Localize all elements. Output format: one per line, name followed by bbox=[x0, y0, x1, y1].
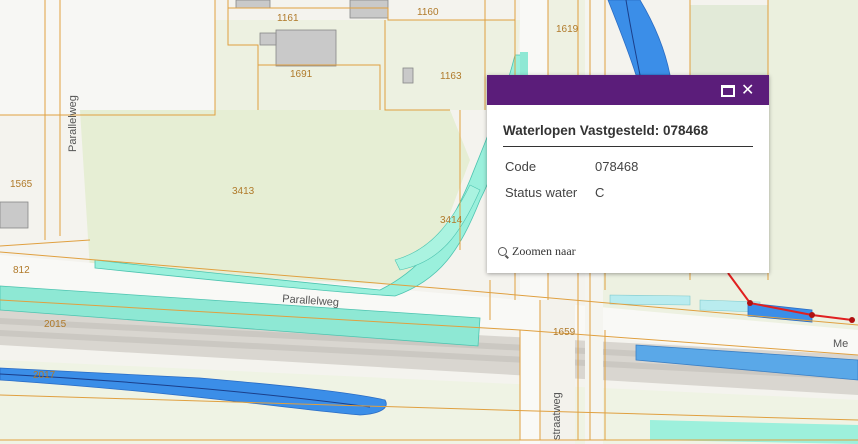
parcel-label: 1691 bbox=[290, 69, 313, 80]
street-label: Parallelweg bbox=[67, 95, 79, 152]
parcel-label: 2015 bbox=[44, 319, 67, 330]
zoom-to-label[interactable]: Zoomen naar bbox=[512, 244, 576, 258]
parcel-label: 1161 bbox=[277, 13, 299, 24]
popup-header: ✕ bbox=[487, 75, 769, 105]
maximize-icon[interactable] bbox=[721, 82, 737, 98]
parcel-label: 2017 bbox=[33, 370, 56, 381]
parcel-label: 1619 bbox=[556, 24, 579, 35]
attribute-table: Code 078468 Status water C bbox=[503, 155, 640, 207]
zoom-to-link[interactable]: Zoomen naar bbox=[498, 244, 576, 259]
attribute-row: Code 078468 bbox=[503, 155, 640, 181]
parcel-label: 3413 bbox=[232, 186, 255, 197]
attribute-label: Code bbox=[505, 159, 537, 174]
parcel-label: 812 bbox=[13, 265, 30, 276]
parcel-label: 1163 bbox=[440, 71, 462, 82]
parcel-label: 1160 bbox=[417, 7, 439, 18]
parcel-label: 3414 bbox=[440, 215, 463, 226]
zoom-in-icon bbox=[498, 247, 507, 256]
street-label: straatweg bbox=[551, 392, 563, 440]
feature-popup: ✕ Waterlopen Vastgesteld: 078468 Code 07… bbox=[487, 75, 769, 273]
attribute-label: Status water bbox=[505, 185, 578, 200]
attribute-row: Status water C bbox=[503, 181, 640, 207]
close-icon[interactable]: ✕ bbox=[741, 82, 757, 98]
attribute-value: C bbox=[595, 185, 605, 200]
parcel-label: 1565 bbox=[10, 179, 33, 190]
attribute-value: 078468 bbox=[595, 159, 639, 174]
popup-title: Waterlopen Vastgesteld: 078468 bbox=[503, 123, 753, 147]
parcel-label: 1659 bbox=[553, 327, 576, 338]
street-label: Me bbox=[833, 338, 848, 350]
